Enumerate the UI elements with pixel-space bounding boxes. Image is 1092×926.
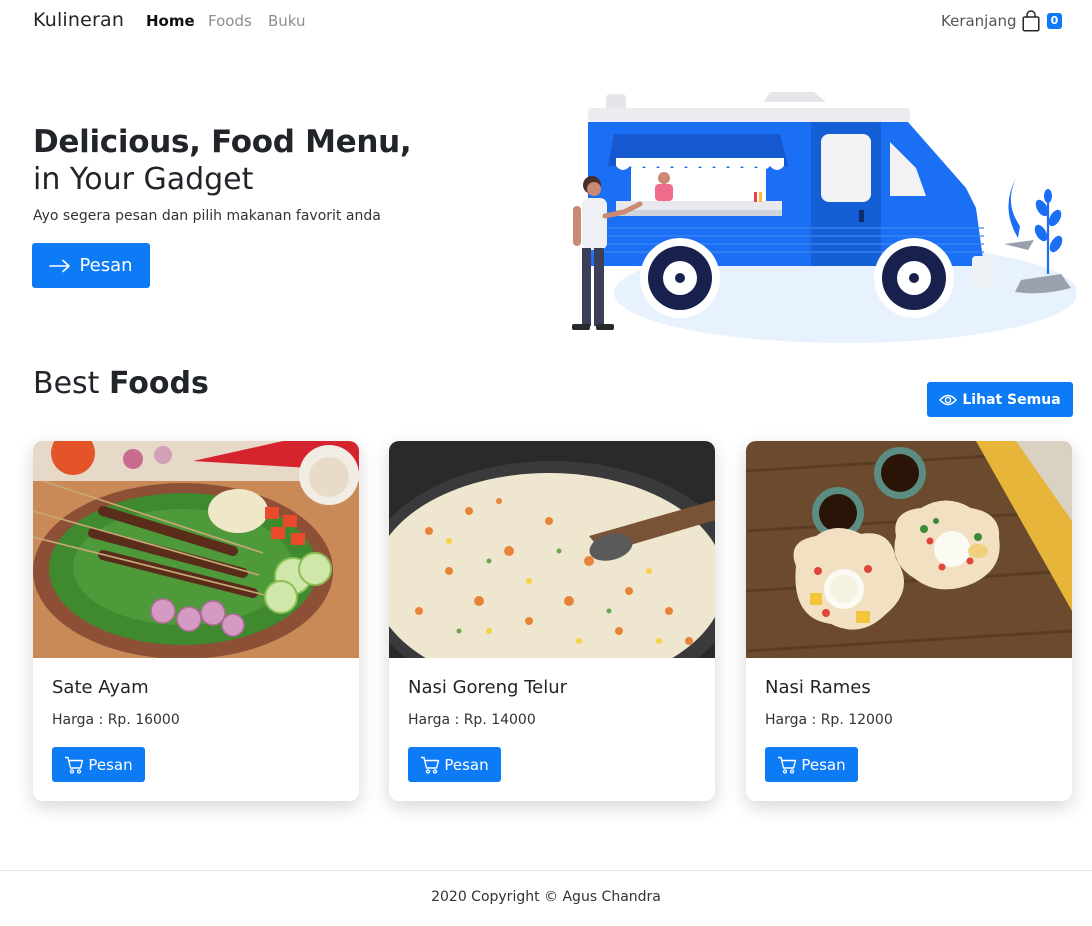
see-all-label: Lihat Semua [962, 391, 1061, 408]
order-button[interactable]: Pesan [765, 747, 858, 782]
arrow-right-icon [49, 259, 71, 272]
sate-ayam-photo [33, 441, 359, 658]
footer-copyright: 2020 Copyright © Agus Chandra [431, 889, 661, 905]
food-price: Harga : Rp. 14000 [408, 712, 536, 728]
food-truck-illustration [572, 92, 1076, 343]
navbar: Kulineran Home Foods Buku Keranjang 0 [0, 0, 1092, 42]
order-button[interactable]: Pesan [408, 747, 501, 782]
food-card: Sate Ayam Harga : Rp. 16000 Pesan [33, 441, 359, 801]
eye-icon [939, 394, 958, 405]
section-title-light: Best [33, 366, 100, 401]
food-card: Nasi Goreng Telur Harga : Rp. 14000 Pesa… [389, 441, 715, 801]
cart-link[interactable]: Keranjang 0 [941, 10, 1063, 32]
food-name: Sate Ayam [52, 677, 149, 698]
nav-link-foods[interactable]: Foods [208, 12, 252, 30]
order-button[interactable]: Pesan [52, 747, 145, 782]
footer: 2020 Copyright © Agus Chandra [0, 870, 1092, 926]
cart-icon [65, 756, 84, 774]
see-all-button[interactable]: Lihat Semua [927, 382, 1073, 417]
hero-title: Delicious, Food Menu, [33, 124, 412, 160]
order-button-label: Pesan [801, 755, 846, 774]
food-card: Nasi Rames Harga : Rp. 12000 Pesan [746, 441, 1072, 801]
section-title-bold: Foods [108, 366, 209, 401]
cart-icon [778, 756, 797, 774]
order-button-label: Pesan [444, 755, 489, 774]
cart-label: Keranjang [941, 12, 1017, 30]
hero-subtitle: in Your Gadget [33, 162, 254, 197]
food-price: Harga : Rp. 12000 [765, 712, 893, 728]
shopping-bag-icon [1022, 10, 1040, 32]
section-title: Best Foods [33, 366, 209, 401]
brand-logo[interactable]: Kulineran [33, 9, 124, 31]
hero-order-button[interactable]: Pesan [32, 243, 150, 288]
nasi-goreng-photo [389, 441, 715, 658]
nav-link-buku[interactable]: Buku [268, 12, 306, 30]
cart-count-badge: 0 [1046, 13, 1063, 29]
food-name: Nasi Rames [765, 677, 871, 698]
nasi-rames-photo [746, 441, 1072, 658]
hero-order-label: Pesan [79, 255, 133, 276]
food-price: Harga : Rp. 16000 [52, 712, 180, 728]
cart-icon [421, 756, 440, 774]
nav-link-home[interactable]: Home [146, 12, 195, 30]
order-button-label: Pesan [88, 755, 133, 774]
hero-description: Ayo segera pesan dan pilih makanan favor… [33, 208, 381, 224]
food-name: Nasi Goreng Telur [408, 677, 568, 698]
